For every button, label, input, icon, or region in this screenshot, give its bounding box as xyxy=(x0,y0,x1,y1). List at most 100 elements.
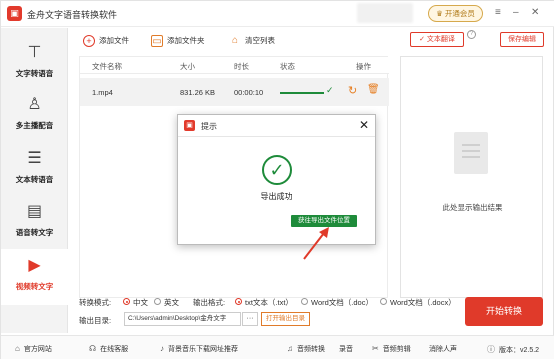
mode-option-chinese: 中文 xyxy=(133,298,148,307)
footer-item-vocal-remove[interactable]: 消除人声 xyxy=(429,344,457,354)
broom-icon: ⌂ xyxy=(231,35,239,47)
app-logo: ▣ xyxy=(7,6,22,21)
table-header: 文件名称 大小 时长 状态 操作 xyxy=(80,57,389,74)
sidebar-item-video-to-text[interactable]: ▶ 视频转文字 xyxy=(1,249,68,305)
home-icon: ⌂ xyxy=(15,344,20,353)
start-convert-button[interactable]: 开始转换 xyxy=(465,297,543,326)
col-duration: 时长 xyxy=(234,62,249,71)
folder-icon: ▭ xyxy=(151,35,163,48)
footer-item-record[interactable]: 录音 xyxy=(339,344,353,354)
progress-bar xyxy=(280,92,324,94)
text-translate-label: 文本翻译 xyxy=(426,36,455,43)
speech-text-icon: ▤ xyxy=(26,203,43,220)
blurred-region xyxy=(357,3,413,23)
dialog-title: 提示 xyxy=(201,122,217,131)
clear-list-label: 清空列表 xyxy=(245,36,275,45)
app-window: ▣ 金舟文字语音转换软件 ♛ 开通会员 ≡ – ✕ ⊤ 文字转语音 ♙ 多主播配… xyxy=(0,0,554,359)
file-size: 831.26 KB xyxy=(180,88,216,97)
footer-item-support[interactable]: ☊ 在线客服 xyxy=(89,344,128,354)
success-check-icon: ✓ xyxy=(262,155,292,185)
footer-label: 音频剪辑 xyxy=(382,346,411,353)
go-to-export-location-button[interactable]: 获往导出文件位置 xyxy=(291,215,357,227)
plus-icon: + xyxy=(83,35,95,48)
dialog-logo: ▣ xyxy=(184,120,195,131)
headset-icon: ☊ xyxy=(89,344,97,353)
footer-label: 录音 xyxy=(339,346,353,353)
add-folder-label: 添加文件夹 xyxy=(167,36,205,45)
output-dir-input[interactable]: C:\Users\admin\Desktop\金舟文字 xyxy=(124,312,241,326)
sidebar-item-speech-to-text[interactable]: ▤ 语音转文字 xyxy=(1,195,68,247)
sidebar-item-label: 文本转语音 xyxy=(15,175,54,184)
footer-label: 消除人声 xyxy=(429,346,457,353)
footer-label: 官方网站 xyxy=(23,346,52,353)
text-translate-button[interactable]: ✓ 文本翻译 xyxy=(410,32,464,47)
col-filename: 文件名称 xyxy=(92,62,122,71)
file-name: 1.mp4 xyxy=(92,88,113,97)
app-title: 金舟文字语音转换软件 xyxy=(27,10,118,20)
mode-option-english: 英文 xyxy=(164,298,179,307)
dialog-close-icon[interactable]: ✕ xyxy=(359,118,369,132)
clear-list-button[interactable]: ⌂ 清空列表 xyxy=(229,33,275,49)
vip-label: 开通会员 xyxy=(444,9,475,18)
vip-button[interactable]: ♛ 开通会员 xyxy=(428,5,483,22)
add-file-label: 添加文件 xyxy=(99,36,129,45)
check-icon: ✓ xyxy=(326,85,334,95)
close-icon[interactable]: ✕ xyxy=(531,7,539,19)
menu-icon[interactable]: ≡ xyxy=(495,7,501,19)
add-folder-button[interactable]: ▭ 添加文件夹 xyxy=(151,33,205,49)
export-success-dialog: ▣ 提示 ✕ ✓ 导出成功 获往导出文件位置 xyxy=(177,114,376,245)
output-preview-panel: 此处显示输出结果 xyxy=(400,56,543,298)
title-bar: ▣ 金舟文字语音转换软件 ♛ 开通会员 ≡ – ✕ xyxy=(1,1,554,27)
sidebar-item-doc-to-speech[interactable]: ☰ 文本转语音 xyxy=(1,142,68,194)
sidebar-item-text-to-speech[interactable]: ⊤ 文字转语音 xyxy=(1,36,68,88)
mode-radio-english[interactable] xyxy=(154,298,161,305)
preview-placeholder: 此处显示输出结果 xyxy=(442,203,503,212)
format-option-txt: txt文本（.txt） xyxy=(245,298,293,307)
mode-label: 转换模式: xyxy=(79,298,112,307)
file-duration: 00:00:10 xyxy=(234,88,264,97)
dialog-message: 导出成功 xyxy=(260,192,293,201)
sidebar: ⊤ 文字转语音 ♙ 多主播配音 ☰ 文本转语音 ▤ 语音转文字 ▶ 视频转文字 xyxy=(1,28,68,333)
mode-radio-chinese[interactable] xyxy=(123,298,130,305)
format-option-docx: Word文档（.docx） xyxy=(390,298,456,307)
audio-convert-icon: ♫ xyxy=(287,344,293,353)
minimize-icon[interactable]: – xyxy=(513,7,519,19)
col-size: 大小 xyxy=(180,62,195,71)
sidebar-item-label: 语音转文字 xyxy=(15,228,54,237)
footer-item-website[interactable]: ⌂ 官方网站 xyxy=(15,344,52,354)
sidebar-item-multi-anchor[interactable]: ♙ 多主播配音 xyxy=(1,88,68,140)
format-radio-docx[interactable] xyxy=(380,298,387,305)
version-label: 版本：v2.5.2 xyxy=(499,347,540,354)
sidebar-item-label: 视频转文字 xyxy=(15,282,54,291)
refresh-icon[interactable]: ↻ xyxy=(348,84,357,97)
document-placeholder-icon xyxy=(454,132,488,174)
format-option-doc: Word文档（.doc） xyxy=(311,298,373,307)
dir-label: 输出目录: xyxy=(79,316,112,325)
format-radio-doc[interactable] xyxy=(301,298,308,305)
footer-item-bgm[interactable]: ♪ 背景音乐下载网址推荐 xyxy=(160,344,238,354)
text-to-speech-icon: ⊤ xyxy=(27,44,42,61)
add-file-button[interactable]: + 添加文件 xyxy=(83,33,129,49)
format-radio-txt[interactable] xyxy=(235,298,242,305)
trash-icon[interactable]: 🗑 xyxy=(367,84,380,95)
sidebar-item-label: 多主播配音 xyxy=(15,121,54,130)
save-edit-button[interactable]: 保存编辑 xyxy=(500,32,544,47)
open-dir-button[interactable]: 打开输出目录 xyxy=(261,312,310,326)
table-row[interactable]: 1.mp4 831.26 KB 00:00:10 ✓ ↻ 🗑 xyxy=(80,78,389,106)
footer-label: 音频转换 xyxy=(297,346,325,353)
conversion-options: 转换模式: 中文 英文 输出格式: txt文本（.txt） Word文档（.do… xyxy=(79,295,469,329)
sidebar-item-label: 文字转语音 xyxy=(15,69,54,78)
scissors-icon: ✂ xyxy=(372,344,379,353)
footer-item-audio-convert[interactable]: ♫ 音频转换 xyxy=(287,344,325,354)
version-info: ⓘ 版本：v2.5.2 xyxy=(487,344,539,355)
video-text-icon: ▶ xyxy=(28,257,41,274)
help-icon[interactable]: ? xyxy=(467,30,476,39)
info-icon: ⓘ xyxy=(487,345,495,354)
footer-item-audio-edit[interactable]: ✂ 音频剪辑 xyxy=(372,344,411,354)
footer-label: 背景音乐下载网址推荐 xyxy=(168,346,238,353)
browse-dir-button[interactable]: ··· xyxy=(242,312,258,326)
music-icon: ♪ xyxy=(160,344,164,353)
person-plus-icon: ♙ xyxy=(27,96,42,113)
format-label: 输出格式: xyxy=(193,298,226,307)
document-icon: ☰ xyxy=(27,150,42,167)
